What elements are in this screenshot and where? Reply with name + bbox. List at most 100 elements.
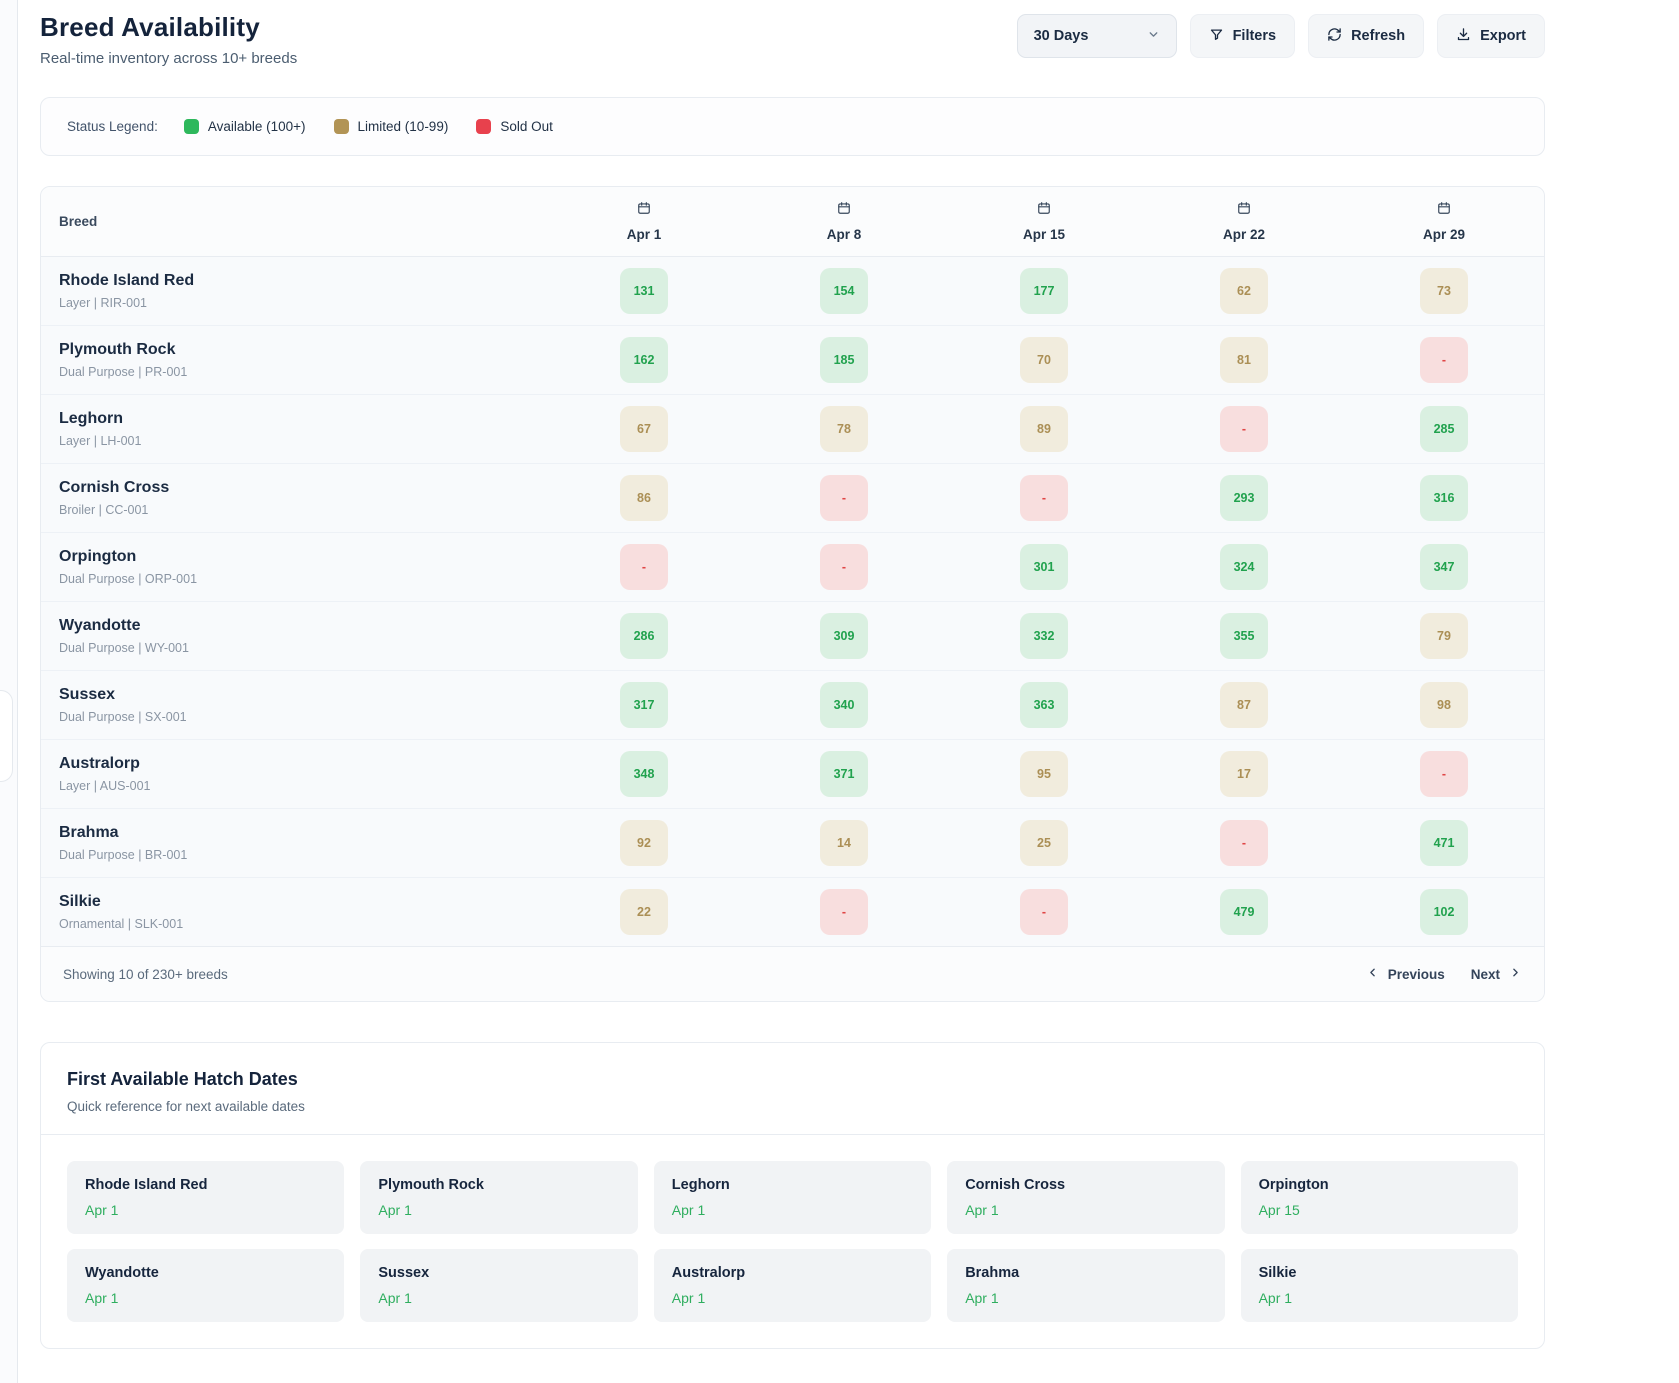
availability-badge[interactable]: 62 [1220, 268, 1268, 314]
availability-badge[interactable]: 332 [1020, 613, 1068, 659]
refresh-icon [1327, 27, 1342, 46]
hatch-breed-name: Brahma [965, 1265, 1206, 1281]
availability-badge[interactable]: 92 [620, 820, 668, 866]
availability-badge[interactable]: 78 [820, 406, 868, 452]
date-range-select[interactable]: 30 Days [1017, 14, 1177, 58]
breed-cell: Plymouth Rock Dual Purpose | PR-001 [41, 341, 544, 379]
breed-name: Orpington [59, 548, 544, 566]
date-label: Apr 29 [1423, 227, 1465, 242]
availability-badge[interactable]: 70 [1020, 337, 1068, 383]
breed-name: Rhode Island Red [59, 272, 544, 290]
breed-meta: Ornamental | SLK-001 [59, 917, 544, 931]
availability-badge[interactable]: 87 [1220, 682, 1268, 728]
availability-badge[interactable]: 317 [620, 682, 668, 728]
breed-name: Sussex [59, 686, 544, 704]
availability-badge[interactable]: 22 [620, 889, 668, 935]
availability-badge[interactable]: - [620, 544, 668, 590]
availability-badge[interactable]: - [1420, 337, 1468, 383]
availability-badge[interactable]: 89 [1020, 406, 1068, 452]
availability-badge[interactable]: 73 [1420, 268, 1468, 314]
availability-cell: 22 [544, 889, 744, 935]
availability-badge[interactable]: 309 [820, 613, 868, 659]
availability-badge[interactable]: 286 [620, 613, 668, 659]
next-button[interactable]: Next [1471, 966, 1522, 982]
availability-badge[interactable]: 79 [1420, 613, 1468, 659]
availability-badge[interactable]: 347 [1420, 544, 1468, 590]
availability-badge[interactable]: 285 [1420, 406, 1468, 452]
refresh-button[interactable]: Refresh [1308, 14, 1424, 58]
hatch-breed-name: Silkie [1259, 1265, 1500, 1281]
availability-badge[interactable]: 17 [1220, 751, 1268, 797]
previous-button[interactable]: Previous [1366, 966, 1445, 982]
availability-badge[interactable]: 154 [820, 268, 868, 314]
availability-badge[interactable]: 371 [820, 751, 868, 797]
date-column-header: Apr 29 [1344, 197, 1544, 246]
availability-badge[interactable]: 131 [620, 268, 668, 314]
legend-item: Sold Out [476, 119, 553, 134]
availability-badge[interactable]: - [1020, 475, 1068, 521]
breed-meta: Dual Purpose | SX-001 [59, 710, 544, 724]
hatch-date: Apr 1 [85, 1202, 326, 1218]
calendar-icon [637, 201, 651, 220]
availability-badge[interactable]: 25 [1020, 820, 1068, 866]
calendar-icon [1437, 201, 1451, 220]
availability-badge[interactable]: 162 [620, 337, 668, 383]
title-block: Breed Availability Real-time inventory a… [40, 12, 297, 67]
breed-cell: Brahma Dual Purpose | BR-001 [41, 824, 544, 862]
availability-badge[interactable]: - [1220, 406, 1268, 452]
availability-badge[interactable]: 14 [820, 820, 868, 866]
availability-badge[interactable]: 95 [1020, 751, 1068, 797]
table-row: Leghorn Layer | LH-001 677889-285 [41, 395, 1544, 464]
availability-badge[interactable]: - [820, 475, 868, 521]
date-column-header: Apr 1 [544, 197, 744, 246]
export-button[interactable]: Export [1437, 14, 1545, 58]
availability-badge[interactable]: - [820, 889, 868, 935]
availability-cell: 309 [744, 613, 944, 659]
availability-badge[interactable]: 348 [620, 751, 668, 797]
availability-badge[interactable]: 316 [1420, 475, 1468, 521]
breed-meta: Dual Purpose | ORP-001 [59, 572, 544, 586]
availability-badge[interactable]: 471 [1420, 820, 1468, 866]
availability-badge[interactable]: 340 [820, 682, 868, 728]
availability-badge[interactable]: 479 [1220, 889, 1268, 935]
breed-name: Leghorn [59, 410, 544, 428]
availability-cell: 89 [944, 406, 1144, 452]
availability-badge[interactable]: 98 [1420, 682, 1468, 728]
availability-cell: - [1144, 406, 1344, 452]
breed-name: Silkie [59, 893, 544, 911]
breed-cell: Australorp Layer | AUS-001 [41, 755, 544, 793]
hatch-section-title: First Available Hatch Dates [67, 1069, 1518, 1090]
hatch-card: Wyandotte Apr 1 [67, 1249, 344, 1322]
collapsed-panel-handle[interactable] [0, 690, 13, 782]
hatch-breed-name: Sussex [378, 1265, 619, 1281]
availability-cell: 286 [544, 613, 744, 659]
availability-badge[interactable]: - [1420, 751, 1468, 797]
availability-badge[interactable]: 324 [1220, 544, 1268, 590]
availability-badge[interactable]: 86 [620, 475, 668, 521]
availability-badge[interactable]: 67 [620, 406, 668, 452]
availability-cell: 185 [744, 337, 944, 383]
availability-table: Breed Apr 1 Apr 8 Apr 15 Apr 22 Apr 29 [40, 186, 1545, 1002]
filters-button[interactable]: Filters [1190, 14, 1296, 58]
calendar-icon [1237, 201, 1251, 220]
availability-cell: - [744, 544, 944, 590]
availability-badge[interactable]: 355 [1220, 613, 1268, 659]
table-row: Plymouth Rock Dual Purpose | PR-001 162 1… [41, 326, 1544, 395]
availability-badge[interactable]: 301 [1020, 544, 1068, 590]
availability-badge[interactable]: 185 [820, 337, 868, 383]
availability-badge[interactable]: - [1220, 820, 1268, 866]
breed-name: Plymouth Rock [59, 341, 544, 359]
availability-badge[interactable]: 363 [1020, 682, 1068, 728]
availability-badge[interactable]: - [820, 544, 868, 590]
calendar-icon [837, 201, 851, 220]
availability-badge[interactable]: 293 [1220, 475, 1268, 521]
chevron-left-icon [1366, 966, 1379, 982]
availability-badge[interactable]: 177 [1020, 268, 1068, 314]
availability-badge[interactable]: 102 [1420, 889, 1468, 935]
availability-badge[interactable]: 81 [1220, 337, 1268, 383]
availability-badge[interactable]: - [1020, 889, 1068, 935]
availability-cell: 25 [944, 820, 1144, 866]
download-icon [1456, 27, 1471, 46]
date-label: Apr 15 [1023, 227, 1065, 242]
availability-cell: 285 [1344, 406, 1544, 452]
